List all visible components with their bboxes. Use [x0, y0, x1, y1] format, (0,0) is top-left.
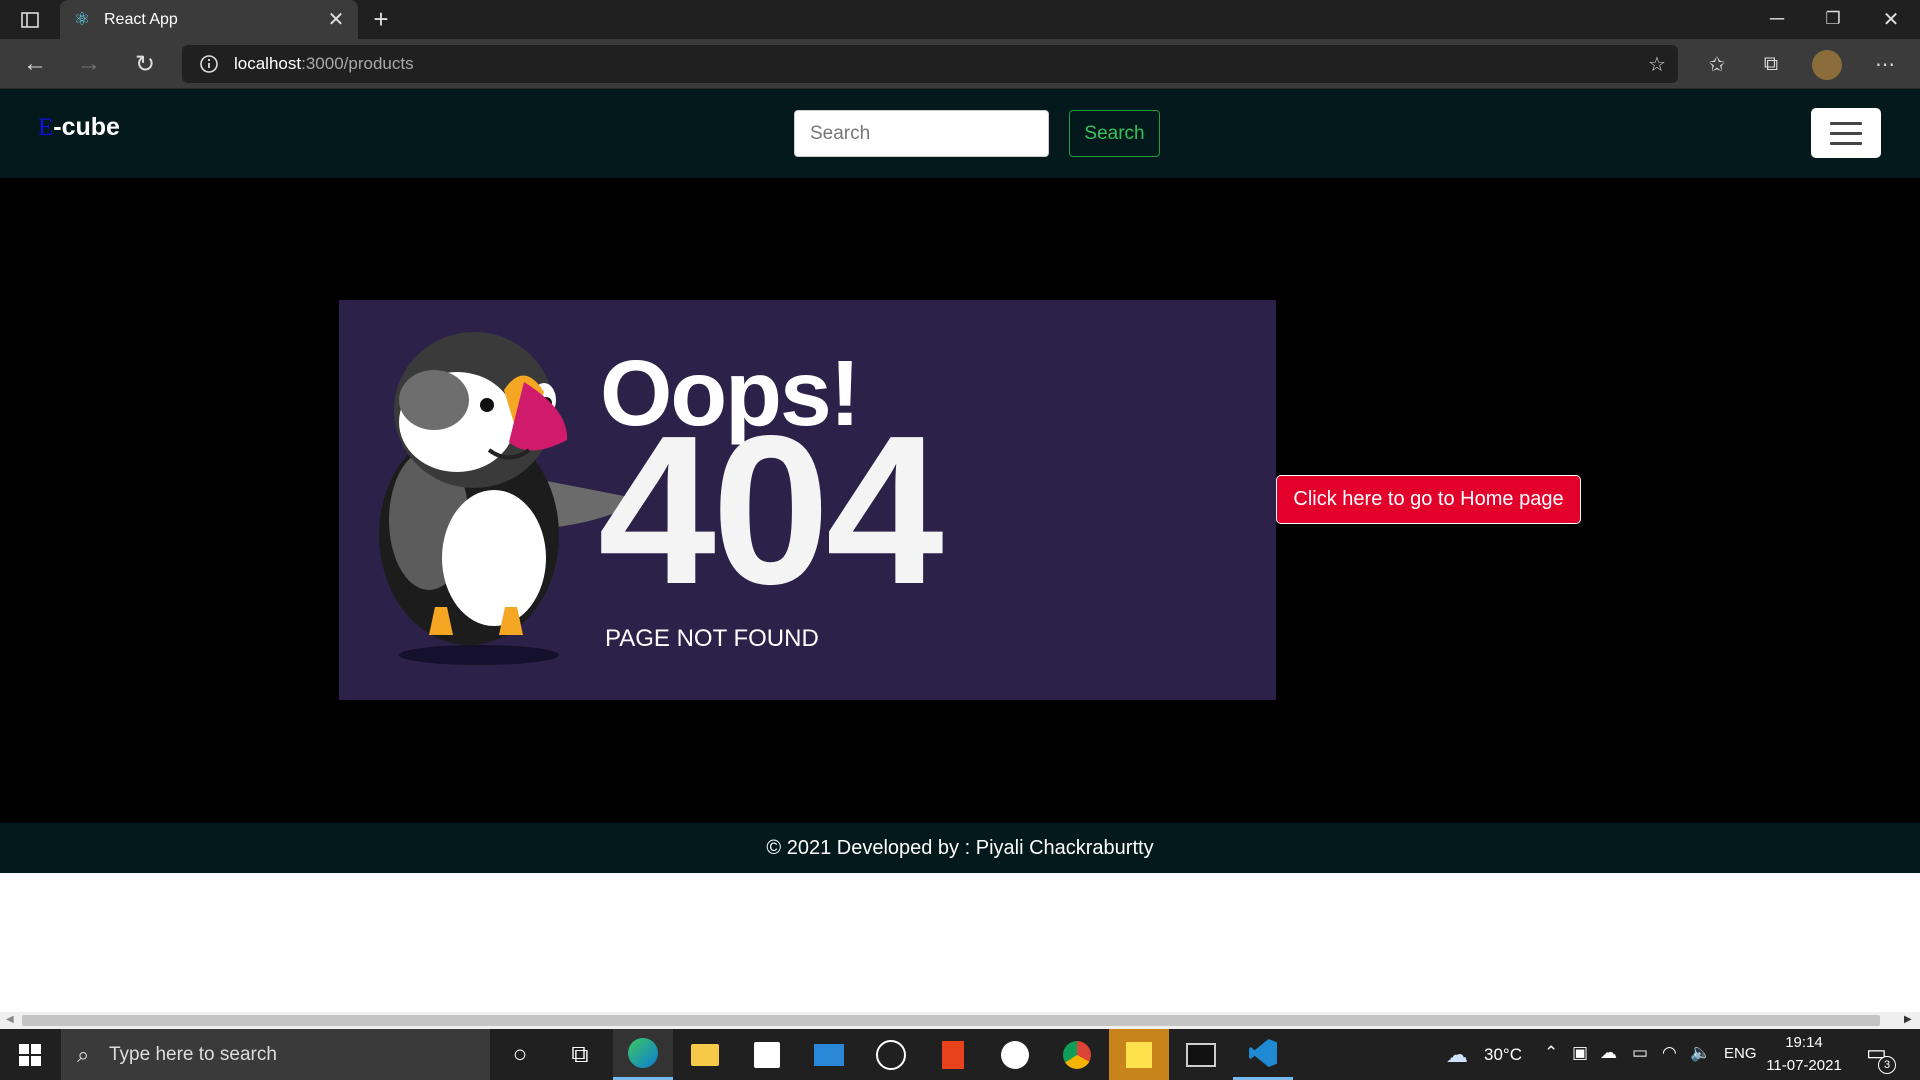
scroll-left-icon[interactable]: ◀ [6, 1014, 14, 1025]
weather-temp[interactable]: 30°C [1484, 1045, 1522, 1065]
chrome-icon[interactable] [1047, 1029, 1107, 1080]
restore-button[interactable]: ❐ [1808, 2, 1858, 36]
notification-count-badge: 3 [1878, 1056, 1896, 1074]
forward-arrow-icon[interactable]: → [72, 47, 106, 81]
clock-date[interactable]: 11-07-2021 [1766, 1057, 1842, 1074]
mail-icon[interactable] [799, 1029, 859, 1080]
hamburger-line [1830, 141, 1862, 145]
clock-time[interactable]: 19:14 [1772, 1034, 1836, 1051]
site-footer: © 2021 Developed by : Piyali Chackraburt… [0, 823, 1920, 873]
show-hidden-icons[interactable]: ⌃ [1544, 1043, 1558, 1063]
tab-actions-icon[interactable] [14, 4, 46, 36]
cortana-icon[interactable]: ○ [490, 1029, 550, 1080]
search-icon: ⌕ [77, 1042, 90, 1067]
collections-icon[interactable]: ⧉ [1754, 48, 1788, 80]
url-host: localhost [234, 54, 302, 73]
whatsapp-icon[interactable] [985, 1029, 1045, 1080]
close-window-button[interactable]: ✕ [1866, 2, 1916, 36]
page-not-found-text: PAGE NOT FOUND [605, 625, 819, 652]
terminal-icon[interactable] [1171, 1029, 1231, 1080]
hamburger-line [1830, 131, 1862, 135]
volume-icon[interactable]: 🔈 [1690, 1043, 1711, 1063]
weather-icon[interactable]: ☁ [1446, 1042, 1468, 1068]
battery-icon[interactable]: ▭ [1632, 1043, 1648, 1063]
store-icon[interactable] [737, 1029, 797, 1080]
tab-title: React App [104, 10, 178, 28]
language-indicator[interactable]: ENG [1724, 1045, 1757, 1062]
windows-logo-icon [19, 1043, 41, 1066]
footer-credit: © 2021 Developed by : Piyali Chackraburt… [766, 836, 1154, 859]
add-favorite-icon[interactable]: ☆ [1642, 49, 1672, 79]
search-button[interactable]: Search [1069, 110, 1160, 157]
hamburger-menu-button[interactable] [1811, 108, 1881, 158]
taskbar-search-box[interactable]: ⌕ Type here to search [61, 1029, 490, 1080]
profile-avatar[interactable] [1812, 50, 1842, 80]
office-icon[interactable] [923, 1029, 983, 1080]
tab-close-icon[interactable]: ✕ [326, 7, 346, 32]
new-tab-button[interactable]: + [366, 3, 396, 35]
reload-icon[interactable]: ↻ [128, 47, 162, 81]
file-explorer-icon[interactable] [675, 1029, 735, 1080]
brand-logo[interactable]: E-cube [38, 113, 120, 142]
url-path: :3000/products [301, 54, 414, 73]
back-arrow-icon[interactable]: ← [18, 47, 52, 81]
onedrive-icon[interactable]: ☁ [1600, 1043, 1617, 1063]
favorites-icon[interactable]: ✩ [1700, 48, 1734, 80]
vscode-icon[interactable] [1233, 1029, 1293, 1080]
browser-tab[interactable]: ⚛ React App ✕ [60, 0, 358, 39]
wifi-icon[interactable]: ◠ [1662, 1043, 1677, 1063]
address-bar[interactable]: localhost:3000/products [182, 45, 1678, 83]
blank-area [0, 873, 1920, 1012]
scrollbar-thumb[interactable] [22, 1015, 1880, 1026]
search-input[interactable] [794, 110, 1049, 157]
minimize-button[interactable]: ─ [1752, 2, 1802, 36]
scroll-right-icon[interactable]: ▶ [1904, 1014, 1912, 1025]
react-logo-icon: ⚛ [73, 9, 91, 29]
hamburger-line [1830, 121, 1862, 125]
go-home-button[interactable]: Click here to go to Home page [1276, 475, 1581, 524]
sticky-notes-icon[interactable] [1109, 1029, 1169, 1080]
edge-icon[interactable] [613, 1029, 673, 1080]
more-options-icon[interactable]: ⋯ [1868, 48, 1902, 80]
start-button[interactable] [0, 1029, 60, 1080]
error-code: 404 [598, 391, 944, 628]
meet-now-icon[interactable]: ▣ [1572, 1043, 1588, 1063]
taskbar-search-placeholder: Type here to search [109, 1043, 277, 1065]
task-view-icon[interactable]: ⧉ [550, 1029, 610, 1080]
dell-icon[interactable] [861, 1029, 921, 1080]
not-found-illustration: Oops! 404 PAGE NOT FOUND [339, 300, 1276, 700]
site-info-icon[interactable] [196, 51, 222, 77]
